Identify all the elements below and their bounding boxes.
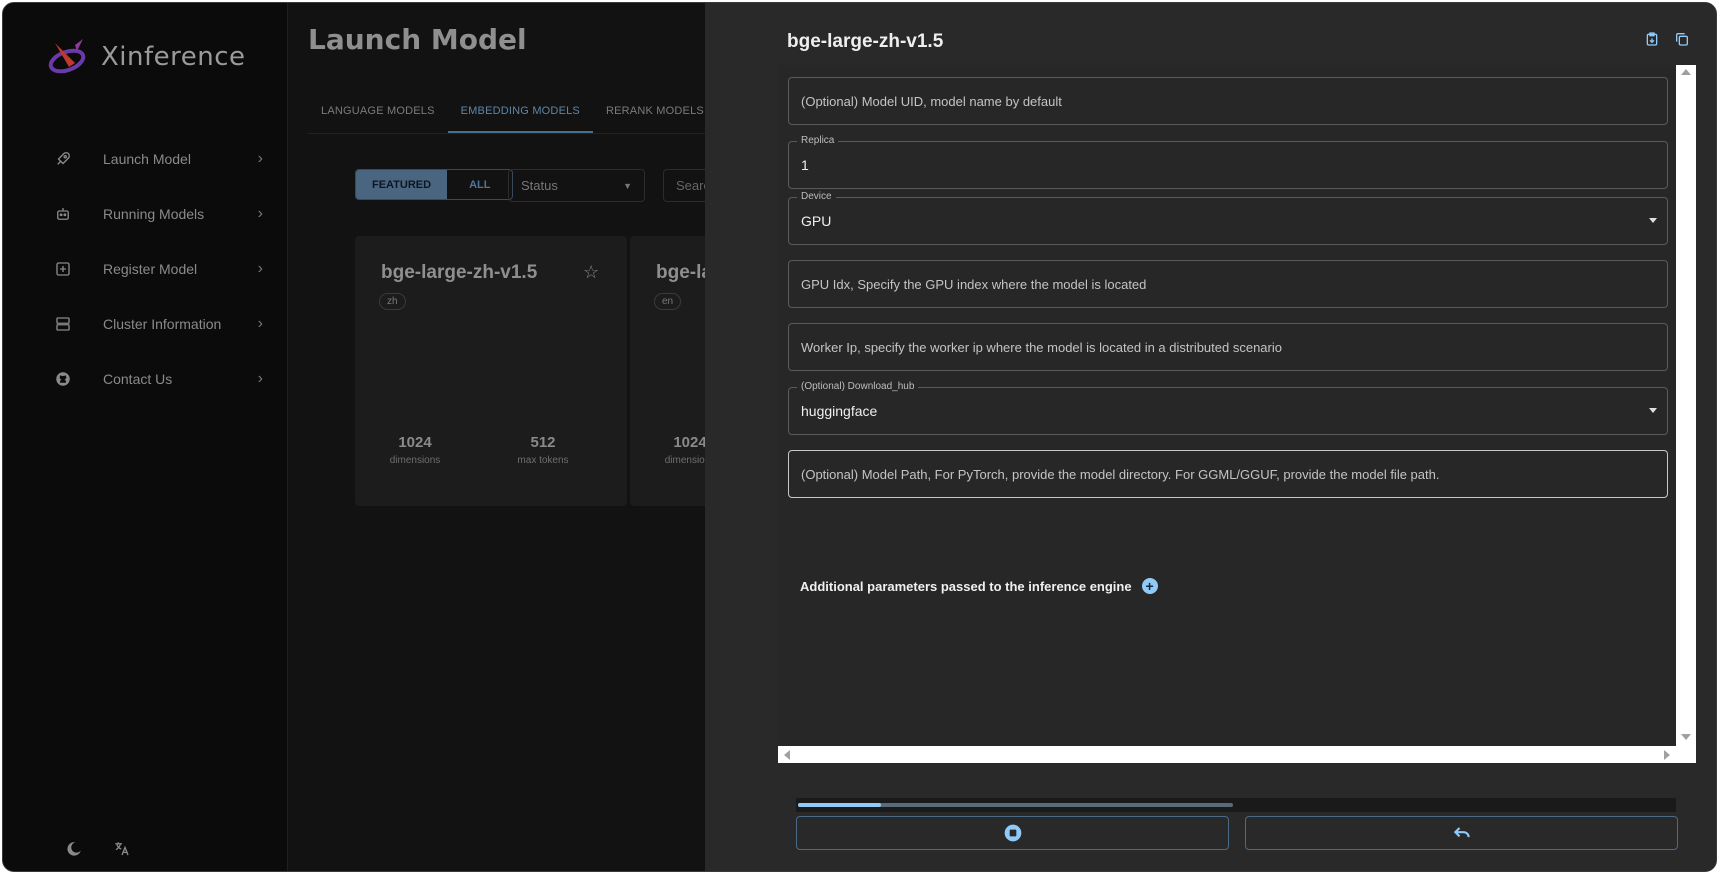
device-select[interactable]: Device GPU: [788, 191, 1668, 245]
tab-rerank-models[interactable]: RERANK MODELS: [593, 93, 717, 133]
chevron-right-icon: ›: [257, 259, 263, 277]
stop-circle-icon: [1004, 824, 1021, 842]
reset-button[interactable]: [1245, 816, 1678, 850]
additional-params-label: Additional parameters passed to the infe…: [800, 578, 1132, 594]
drawer-title: bge-large-zh-v1.5: [787, 31, 944, 52]
gpu-idx-placeholder: GPU Idx, Specify the GPU index where the…: [801, 276, 1147, 292]
form-scroll-area[interactable]: (Optional) Model UID, model name by defa…: [778, 65, 1676, 746]
device-label: Device: [797, 191, 836, 202]
status-select[interactable]: Status ▼: [508, 169, 645, 202]
tab-language-models[interactable]: LANGUAGE MODELS: [308, 93, 448, 133]
language-tag: zh: [379, 293, 406, 310]
stop-launch-button[interactable]: [796, 816, 1229, 850]
sidebar-item-label: Running Models: [103, 205, 205, 222]
undo-icon: [1453, 827, 1470, 838]
server-icon: [53, 314, 73, 334]
max-tokens-value: 512: [530, 434, 556, 451]
sidebar: Xinference Launch Model › Running Models…: [3, 3, 288, 871]
model-path-placeholder: (Optional) Model Path, For PyTorch, prov…: [801, 466, 1440, 482]
device-value: GPU: [801, 213, 832, 229]
scroll-left-arrow-icon[interactable]: [784, 750, 790, 760]
drawer-actions: [1644, 31, 1690, 52]
copy-icon[interactable]: [1674, 31, 1690, 52]
card-title: bge-large-zh-v1.5: [381, 262, 538, 283]
max-tokens-stat: 512 max tokens: [483, 434, 603, 466]
paste-config-icon[interactable]: [1644, 31, 1660, 52]
add-param-plus-icon[interactable]: +: [1141, 578, 1158, 594]
sidebar-item-running-models[interactable]: Running Models ›: [53, 186, 263, 241]
dimensions-value: 1024: [398, 434, 432, 451]
download-hub-value: huggingface: [801, 403, 878, 419]
replica-value: 1: [801, 157, 809, 173]
scroll-up-arrow-icon[interactable]: [1681, 69, 1691, 75]
progress-fill: [798, 803, 881, 807]
dimensions-stat: 1024 dimensions: [355, 434, 475, 466]
plus-square-icon: [53, 259, 73, 279]
launch-progress-bar: [798, 803, 1233, 807]
sidebar-item-label: Register Model: [103, 260, 198, 277]
caret-down-icon: ▼: [623, 181, 632, 191]
max-tokens-label: max tokens: [517, 455, 569, 466]
sidebar-nav: Launch Model › Running Models › Register…: [53, 131, 263, 406]
tab-embedding-models[interactable]: EMBEDDING MODELS: [447, 93, 593, 133]
caret-down-icon: [1649, 408, 1657, 413]
chevron-right-icon: ›: [257, 314, 263, 332]
model-uid-field[interactable]: (Optional) Model UID, model name by defa…: [788, 77, 1668, 125]
model-path-field[interactable]: (Optional) Model Path, For PyTorch, prov…: [788, 450, 1668, 498]
robot-icon: [53, 204, 73, 224]
sidebar-item-cluster-information[interactable]: Cluster Information ›: [53, 296, 263, 351]
replica-field[interactable]: Replica 1: [788, 135, 1668, 189]
gpu-idx-field[interactable]: GPU Idx, Specify the GPU index where the…: [788, 260, 1668, 308]
launch-drawer: bge-large-zh-v1.5 (Optional) Model UID, …: [705, 3, 1716, 871]
featured-toggle-button[interactable]: FEATURED: [356, 170, 448, 199]
status-select-label: Status: [521, 178, 558, 193]
model-uid-placeholder: (Optional) Model UID, model name by defa…: [801, 93, 1062, 109]
model-card[interactable]: bge-large-zh-v1.5 ☆ zh 1024 dimensions 5…: [355, 236, 627, 506]
vertical-scrollbar[interactable]: [1676, 65, 1696, 746]
language-translate-icon[interactable]: [113, 840, 131, 863]
brand[interactable]: Xinference: [47, 37, 246, 77]
scroll-right-arrow-icon[interactable]: [1664, 750, 1670, 760]
sidebar-item-contact-us[interactable]: Contact Us ›: [53, 351, 263, 406]
sidebar-item-label: Cluster Information: [103, 315, 222, 332]
dimensions-label: dimensions: [389, 455, 441, 466]
featured-all-toggle: FEATURED ALL: [355, 169, 514, 200]
worker-ip-placeholder: Worker Ip, specify the worker ip where t…: [801, 339, 1282, 355]
sidebar-item-label: Contact Us: [103, 370, 173, 387]
scroll-down-arrow-icon[interactable]: [1681, 734, 1691, 740]
sidebar-item-launch-model[interactable]: Launch Model ›: [53, 131, 263, 186]
chevron-right-icon: ›: [257, 204, 263, 222]
caret-down-icon: [1649, 218, 1657, 223]
horizontal-scrollbar[interactable]: [778, 746, 1676, 763]
download-hub-label: (Optional) Download_hub: [797, 381, 919, 392]
xinference-logo-icon: [48, 39, 86, 74]
sidebar-item-label: Launch Model: [103, 150, 191, 167]
worker-ip-field[interactable]: Worker Ip, specify the worker ip where t…: [788, 323, 1668, 371]
download-hub-select[interactable]: (Optional) Download_hub huggingface: [788, 381, 1668, 435]
github-icon: [53, 369, 73, 389]
chevron-right-icon: ›: [257, 369, 263, 387]
all-toggle-button[interactable]: ALL: [447, 170, 512, 199]
sidebar-footer: [65, 840, 131, 863]
launch-form: (Optional) Model UID, model name by defa…: [778, 65, 1696, 763]
star-icon[interactable]: ☆: [583, 262, 599, 283]
app-window: Xinference Launch Model › Running Models…: [2, 2, 1717, 872]
chevron-right-icon: ›: [257, 149, 263, 167]
dark-mode-moon-icon[interactable]: [65, 840, 83, 863]
replica-label: Replica: [797, 135, 839, 146]
language-tag: en: [654, 293, 682, 310]
brand-name: Xinference: [101, 42, 246, 72]
additional-params-row: Additional parameters passed to the infe…: [800, 578, 1158, 594]
sidebar-item-register-model[interactable]: Register Model ›: [53, 241, 263, 296]
page-title: Launch Model: [308, 23, 527, 56]
rocket-icon: [53, 149, 73, 169]
